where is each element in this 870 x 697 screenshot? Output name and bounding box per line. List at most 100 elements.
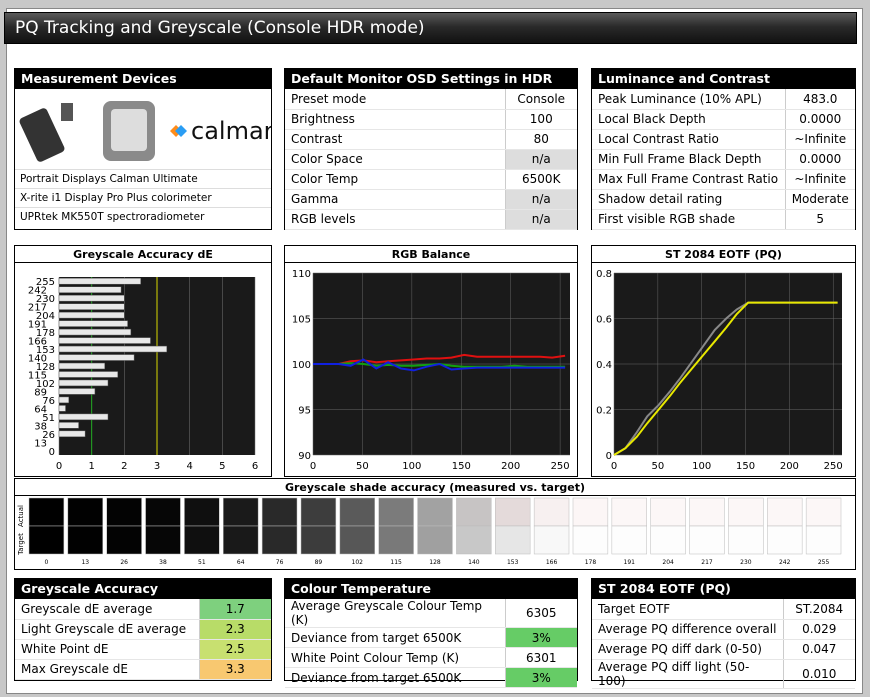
shade-label: 153 — [507, 559, 519, 566]
eotf-stats-panel: ST 2084 EOTF (PQ) Target EOTF ST.2084 Aver… — [591, 578, 856, 689]
greyscale-de-chart: 0 1 2 3 4 5 6013263851647689102115128140153166… — [28, 277, 258, 472]
x-tick-label: 6 — [252, 461, 258, 472]
y-tick-label: 0 — [49, 447, 55, 458]
actual-label: Actual — [17, 505, 25, 527]
shade-actual — [184, 497, 220, 527]
shade-target — [456, 525, 492, 555]
x-tick-label: 50 — [651, 461, 664, 472]
shade-target — [28, 525, 65, 555]
osd-value: n/a — [504, 149, 577, 170]
eotf-chart: 00.20.40.60.80 50 100 150 200 250 — [596, 269, 843, 472]
shade-label: 102 — [352, 559, 364, 566]
osd-label: Gamma — [285, 189, 505, 210]
shade-target — [728, 525, 764, 555]
shade-label: 26 — [120, 559, 128, 566]
shade-target — [300, 525, 337, 555]
ct-label: Average Greyscale Colour Temp (K) — [285, 599, 505, 628]
gs-label: Max Greyscale dE — [15, 659, 199, 680]
x-tick-label: 250 — [824, 461, 843, 472]
rgb-chart-panel: RGB Balance 90 95 100 105 110 0 50 100 150 200 250 — [284, 245, 578, 477]
eotf-value: 0.010 — [782, 659, 855, 689]
lum-label: First visible RGB shade — [592, 209, 785, 230]
y-tick-label: 255 — [36, 277, 55, 288]
gs-row: Max Greyscale dE 3.3 — [15, 659, 271, 680]
shade-actual — [417, 497, 453, 527]
shade-label: 76 — [276, 559, 284, 566]
shade-label: 204 — [662, 559, 674, 566]
colour-temp-table: Average Greyscale Colour Temp (K) 6305 Dev… — [285, 599, 577, 688]
y-tick-label: 0.8 — [596, 269, 612, 280]
y-tick-label: 100 — [292, 360, 311, 371]
ct-value: 3% — [504, 627, 577, 648]
eotf-label: Average PQ diff light (50-100) — [592, 659, 783, 689]
usb-plug-icon — [61, 103, 73, 121]
shade-label: 217 — [701, 559, 713, 566]
gs-accuracy-table: Greyscale dE average 1.7 Light Greyscale d… — [15, 599, 271, 680]
eotf-chart-panel: ST 2084 EOTF (PQ) 0 0.2 0.4 0.6 0.8 0 50 100 150… — [591, 245, 856, 477]
shade-actual — [456, 497, 492, 527]
greyscale-chart-panel: Greyscale Accuracy dE 0 1 2 3 4 5 6 0 13 26 38 51 64… — [14, 245, 272, 477]
eotf-label: Target EOTF — [592, 599, 783, 620]
shade-target — [339, 525, 375, 555]
y-tick-label: 95 — [298, 406, 311, 417]
osd-value: 6500K — [504, 169, 577, 190]
shade-actual — [223, 497, 259, 527]
lum-label: Local Black Depth — [592, 109, 785, 130]
eotf-label: Average PQ diff dark (0-50) — [592, 639, 783, 660]
shade-target — [184, 525, 220, 555]
bar — [58, 337, 151, 344]
x-tick-label: 0 — [611, 461, 617, 472]
lum-row: Min Full Frame Black Depth 0.0000 — [592, 149, 855, 170]
shade-target — [223, 525, 259, 555]
x-tick-label: 150 — [736, 461, 755, 472]
ct-row: Deviance from target 6500K 3% — [285, 627, 577, 648]
x-tick-label: 150 — [452, 461, 471, 472]
x-tick-label: 0 — [56, 461, 62, 472]
ct-row: Average Greyscale Colour Temp (K) 6305 — [285, 599, 577, 628]
x-tick-label: 100 — [402, 461, 421, 472]
colour-temp-panel: Colour Temperature Average Greyscale Col… — [284, 578, 578, 688]
bar — [58, 430, 86, 438]
shade-label: 191 — [624, 559, 636, 566]
lum-row: Peak Luminance (10% APL) 483.0 — [592, 89, 855, 110]
shades-title: Greyscale shade accuracy (measured vs. t… — [15, 479, 855, 496]
gs-row: Light Greyscale dE average 2.3 — [15, 619, 271, 640]
osd-row: Color Temp 6500K — [285, 169, 577, 190]
eotf-value: 0.029 — [782, 619, 855, 640]
osd-value: n/a — [504, 189, 577, 210]
lum-value: 0.0000 — [784, 149, 855, 170]
shade-swatches: Actual Target 0 13 26 38 51 64 76 89 102 115 128 140 1… — [17, 497, 842, 566]
osd-label: Color Space — [285, 149, 505, 170]
osd-row: Brightness 100 — [285, 109, 577, 130]
ct-value: 6305 — [504, 599, 577, 628]
lum-label: Min Full Frame Black Depth — [592, 149, 785, 170]
chart-title: ST 2084 EOTF (PQ) — [592, 246, 855, 263]
osd-row: RGB levels n/a — [285, 209, 577, 230]
shade-target — [378, 525, 414, 555]
osd-header: Default Monitor OSD Settings in HDR mode — [285, 69, 577, 106]
rgb-balance-chart: 90951001051100 50 100 150 200 250 — [292, 269, 570, 472]
gs-label: White Point dE — [15, 639, 199, 660]
eotf-stats-header: ST 2084 EOTF (PQ) — [592, 579, 855, 599]
osd-row: Contrast 80 — [285, 129, 577, 150]
device-item: Portrait Displays Calman Ultimate — [15, 169, 271, 188]
lum-label: Max Full Frame Contrast Ratio — [592, 169, 785, 190]
lum-row: Local Contrast Ratio ~Infinite — [592, 129, 855, 150]
x-tick-label: 50 — [356, 461, 369, 472]
shade-actual — [106, 497, 142, 527]
x-tick-label: 100 — [692, 461, 711, 472]
devices-header: Measurement Devices — [15, 69, 271, 89]
shade-label: 13 — [81, 559, 89, 566]
eotf-row: Average PQ diff light (50-100) 0.010 — [592, 659, 855, 689]
luminance-header: Luminance and Contrast — [592, 69, 855, 89]
eotf-label: Average PQ difference overall — [592, 619, 783, 640]
shade-actual — [572, 497, 609, 527]
target-label: Target — [17, 533, 25, 556]
eotf-row: Average PQ difference overall 0.029 — [592, 619, 855, 640]
shade-actual — [533, 497, 570, 527]
lum-value: ~Infinite — [784, 129, 855, 150]
osd-value: n/a — [504, 209, 577, 230]
eotf-row: Average PQ diff dark (0-50) 0.047 — [592, 639, 855, 660]
osd-panel: Default Monitor OSD Settings in HDR mode… — [284, 68, 578, 230]
devices-image: calman — [19, 101, 279, 162]
